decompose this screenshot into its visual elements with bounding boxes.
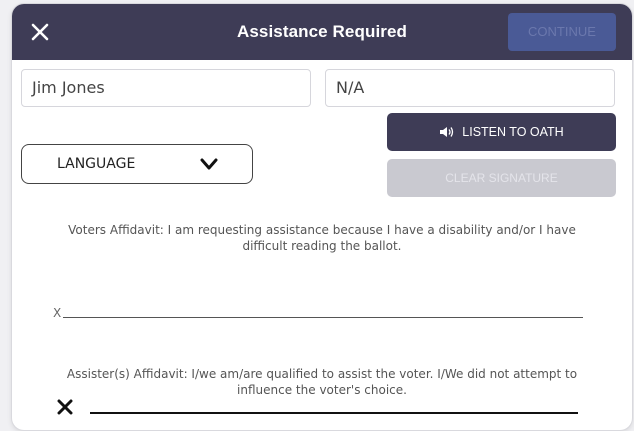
modal-header: Assistance Required CONTINUE bbox=[12, 4, 632, 60]
listen-to-oath-label: LISTEN TO OATH bbox=[462, 125, 564, 139]
voter-signature-mark: X bbox=[53, 306, 62, 320]
chevron-down-icon bbox=[200, 158, 218, 170]
assistance-modal: Assistance Required CONTINUE Jim Jones N… bbox=[12, 4, 632, 430]
speaker-icon bbox=[440, 127, 454, 137]
continue-button[interactable]: CONTINUE bbox=[508, 13, 616, 51]
assister-affidavit-text: Assister(s) Affidavit: I/we am/are quali… bbox=[66, 367, 578, 397]
voter-signature-line bbox=[63, 317, 583, 318]
x-mark-icon bbox=[57, 399, 73, 415]
language-label: LANGUAGE bbox=[57, 156, 136, 172]
language-dropdown[interactable]: LANGUAGE bbox=[21, 144, 253, 184]
voter-signature-area[interactable]: X bbox=[53, 306, 593, 320]
name-field[interactable]: Jim Jones bbox=[21, 69, 311, 107]
listen-to-oath-button[interactable]: LISTEN TO OATH bbox=[387, 113, 616, 151]
clear-signature-button[interactable]: CLEAR SIGNATURE bbox=[387, 159, 616, 197]
secondary-field[interactable]: N/A bbox=[325, 69, 615, 107]
assister-signature-line[interactable] bbox=[90, 412, 578, 414]
voter-affidavit-text: Voters Affidavit: I am requesting assist… bbox=[68, 223, 576, 253]
